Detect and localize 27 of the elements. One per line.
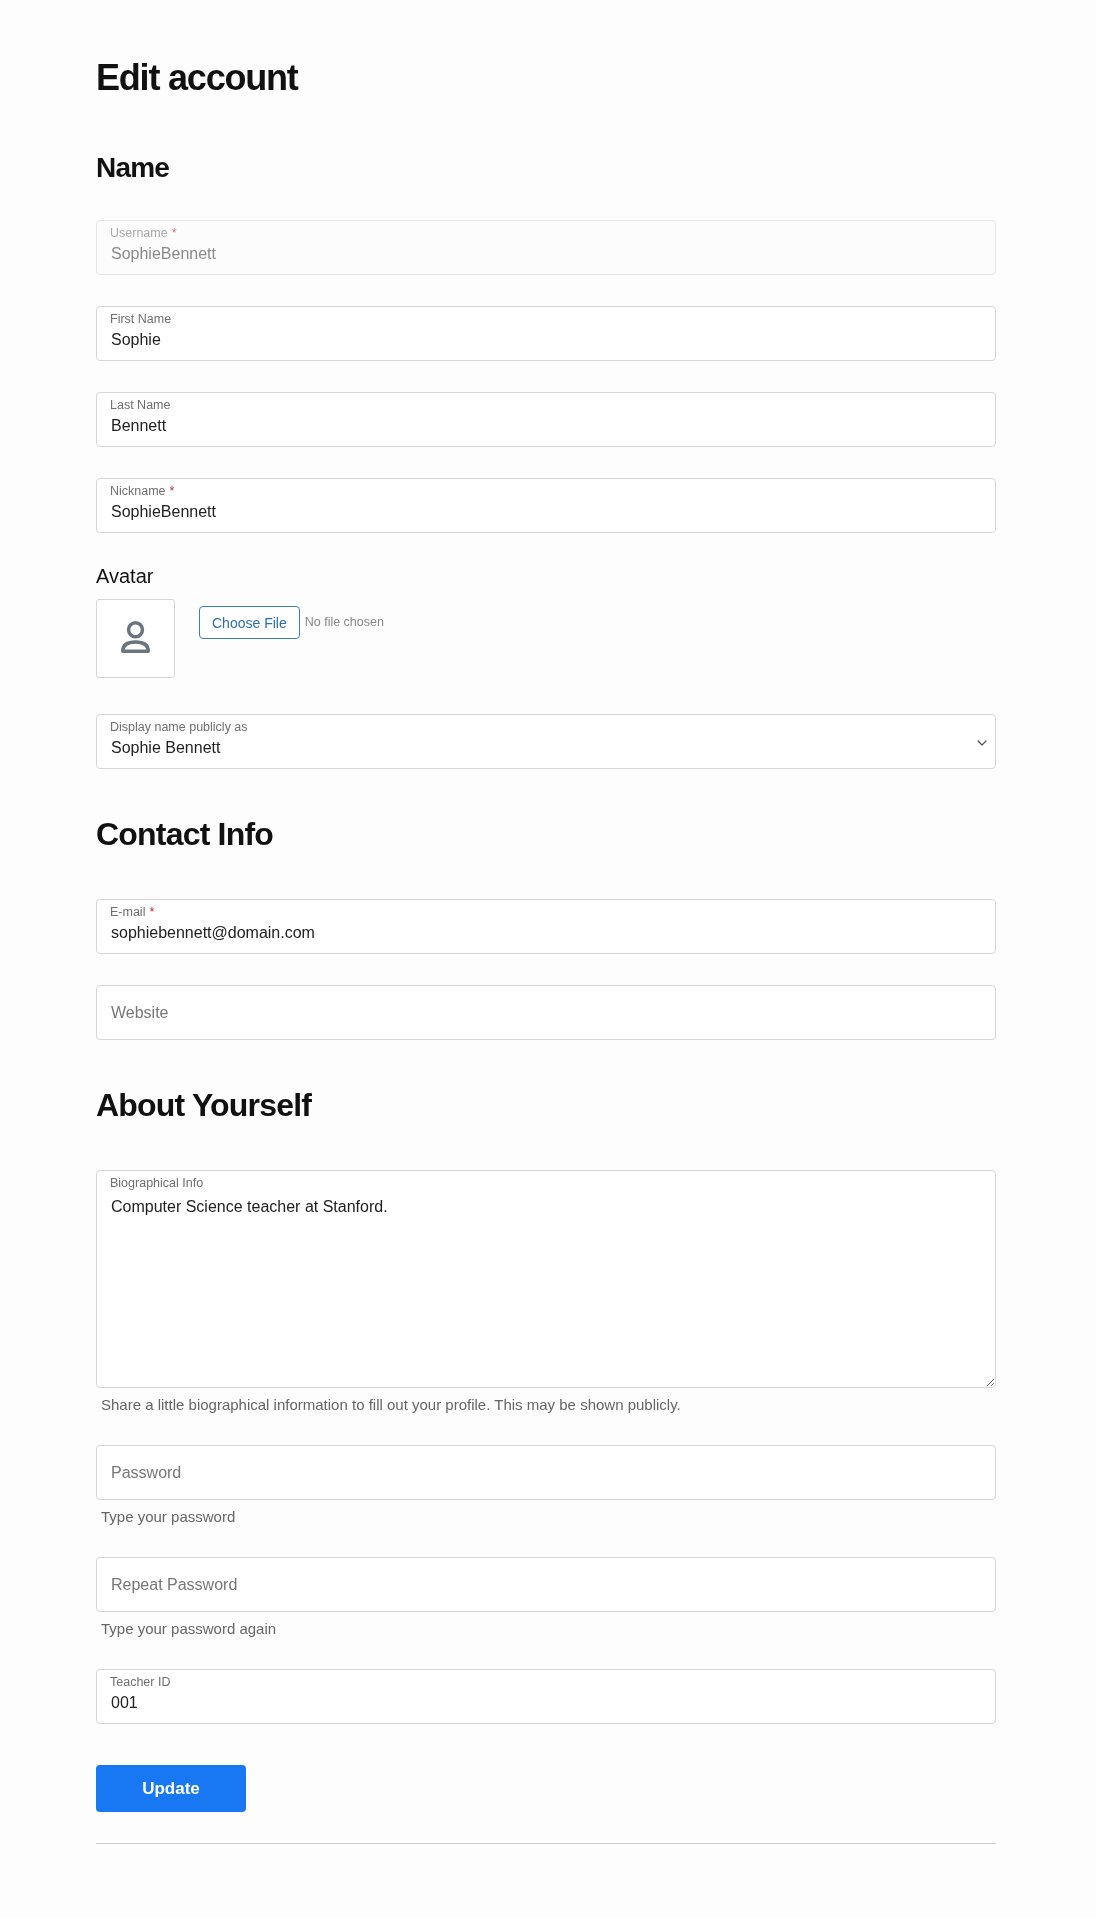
person-icon [121, 620, 150, 653]
text-field[interactable]: Website [96, 985, 996, 1040]
help-text: Type your password again [100, 1619, 277, 1638]
text-field[interactable]: Password [96, 1445, 996, 1500]
help-text: Type your password [100, 1507, 236, 1526]
field-label: First Name [110, 312, 172, 326]
field-label: Biographical Info [110, 1176, 204, 1190]
avatar-label: Avatar [96, 564, 154, 588]
field-label: Username [110, 226, 168, 240]
field-label: Display name publicly as [110, 720, 248, 734]
text-field[interactable]: Repeat Password [96, 1557, 996, 1612]
required-asterisk: * [171, 226, 177, 240]
field-label: E-mail [110, 905, 146, 919]
field-label: Teacher ID [110, 1675, 171, 1689]
choose-file-button[interactable]: Choose File [199, 606, 300, 639]
field-label: Nickname [110, 484, 166, 498]
section-heading: About Yourself [96, 1086, 312, 1124]
section-heading: Name [96, 151, 170, 185]
page-title: Edit account [96, 57, 298, 99]
update-button[interactable]: Update [96, 1765, 246, 1812]
required-asterisk: * [169, 484, 175, 498]
file-status-text: No file chosen [304, 614, 384, 631]
chevron-down-icon [977, 740, 987, 746]
field-label: Last Name [110, 398, 171, 412]
required-asterisk: * [149, 905, 155, 919]
section-heading: Contact Info [96, 815, 274, 853]
help-text: Share a little biographical information to fill out your profile. This may be shown publicly. [100, 1395, 681, 1414]
